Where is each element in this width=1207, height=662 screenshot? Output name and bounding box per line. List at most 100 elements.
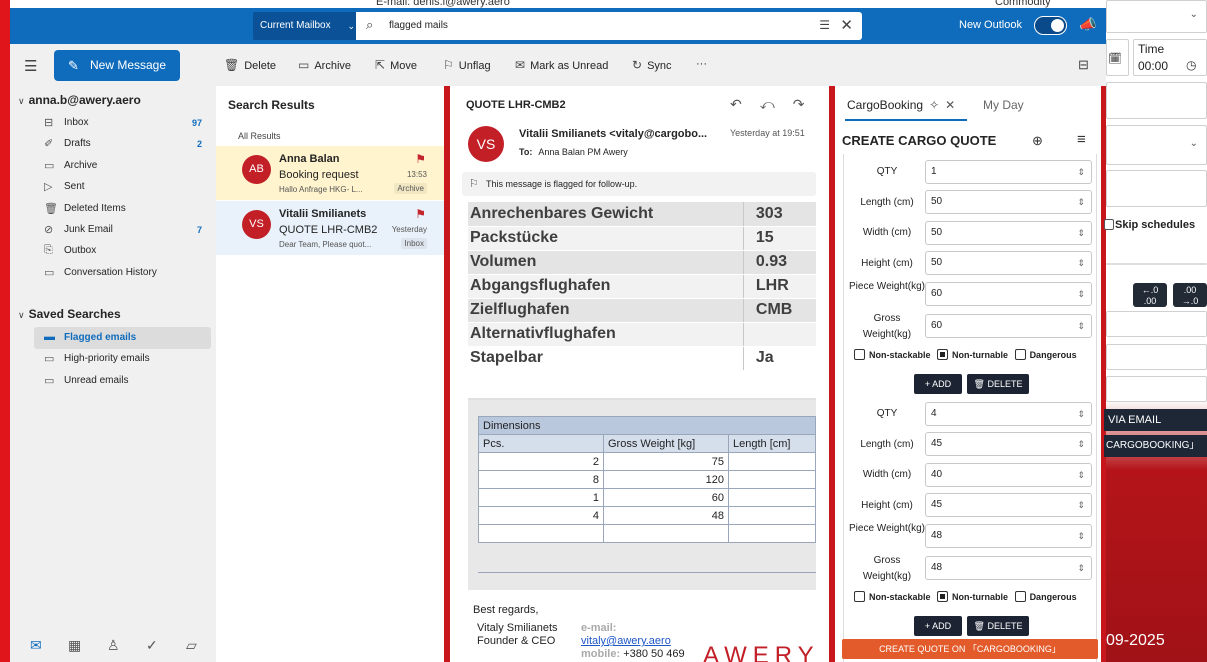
people-icon[interactable]: ♙ [107, 637, 120, 654]
gross-weight-value: 48 [931, 562, 943, 573]
length-field[interactable]: 45 ⇕ [925, 432, 1092, 456]
flag-icon[interactable]: ⚑ [415, 152, 426, 166]
delete-piece-button[interactable]: 🗑 DELETE [967, 616, 1029, 636]
reading-pane-icon[interactable]: ⊟ [1078, 57, 1089, 73]
non-stackable-checkbox[interactable]: Non-stackable [854, 591, 931, 602]
dims-cell: 8 [478, 470, 604, 489]
archive-button[interactable]: ▭ Archive [298, 58, 351, 72]
flag-icon[interactable]: ⚑ [415, 207, 426, 221]
menu-icon[interactable]: ≡ [1077, 131, 1086, 148]
spinner-icon[interactable]: ⇕ [1077, 283, 1085, 305]
mail-icon[interactable]: ✉ [30, 637, 42, 654]
unflag-button[interactable]: ⚐ Unflag [443, 58, 491, 72]
dims-cell [728, 470, 816, 489]
non-stackable-checkbox[interactable]: Non-stackable [854, 349, 931, 360]
detail-key: Zielflughafen [468, 298, 744, 323]
email-recipients: To: Anna Balan PM Awery [519, 147, 628, 157]
reply-icon[interactable]: ↶ [730, 96, 742, 112]
width-field[interactable]: 50 ⇕ [925, 221, 1092, 245]
delete-button[interactable]: 🗑 Delete [224, 58, 276, 72]
message-time: 13:53 [406, 170, 427, 179]
length-field[interactable]: 50 ⇕ [925, 190, 1092, 214]
length-value: 50 [931, 196, 943, 207]
gross-weight-field[interactable]: 48 ⇕ [925, 556, 1092, 580]
search-box[interactable]: ⌕ flagged mails ☰ ✕ [356, 12, 862, 40]
spinner-icon[interactable]: ⇕ [1077, 252, 1085, 274]
spinner-icon[interactable]: ⇕ [1077, 191, 1085, 213]
globe-icon[interactable]: ⊕ [1032, 133, 1043, 149]
signature-email-label: e-mail: [581, 622, 617, 634]
width-field[interactable]: 40 ⇕ [925, 463, 1092, 487]
folder-pane: ∨ anna.b@awery.aero ⊟ Inbox 97 ✐ Drafts 2 ▭… [10, 86, 216, 662]
forward-icon[interactable]: ↷ [793, 96, 805, 112]
dims-cell [728, 506, 816, 525]
email-from[interactable]: Vitalii Smilianets <vitaly@cargobo... [519, 128, 707, 140]
search-input[interactable]: flagged mails [389, 20, 448, 31]
delete-piece-button[interactable]: 🗑 DELETE [967, 374, 1029, 394]
spinner-icon[interactable]: ⇕ [1077, 403, 1085, 425]
sync-button[interactable]: ↻ Sync [632, 58, 672, 72]
new-outlook-toggle[interactable] [1034, 16, 1067, 35]
calendar-icon[interactable]: ▦ [68, 637, 81, 654]
message-row[interactable]: AB Anna Balan Booking request Hallo Anfr… [216, 146, 444, 200]
spinner-icon[interactable]: ⇕ [1077, 433, 1085, 455]
account-email: anna.b@awery.aero [28, 93, 141, 107]
dangerous-checkbox[interactable]: Dangerous [1014, 591, 1077, 602]
hamburger-menu-icon[interactable]: ☰ [24, 57, 37, 75]
gross-weight-field[interactable]: 60 ⇕ [925, 314, 1092, 338]
folder-label: Deleted Items [64, 203, 126, 214]
qty-field[interactable]: 4 ⇕ [925, 402, 1092, 426]
spinner-icon[interactable]: ⇕ [1077, 315, 1085, 337]
add-piece-button[interactable]: + ADD [914, 616, 962, 636]
mark-unread-label: Mark as Unread [530, 60, 609, 72]
qty-field[interactable]: 1 ⇕ [925, 160, 1092, 184]
close-search-icon[interactable]: ✕ [840, 16, 853, 34]
height-field[interactable]: 45 ⇕ [925, 493, 1092, 517]
pin-icon[interactable]: ✧ [929, 98, 939, 112]
filter-icon[interactable]: ☰ [819, 18, 830, 32]
signature-email-link[interactable]: vitaly@awery.aero [581, 635, 685, 648]
saved-searches-header[interactable]: ∨ Saved Searches [18, 307, 121, 321]
todo-icon[interactable]: ✓ [146, 637, 158, 654]
piece-weight-field[interactable]: 48 ⇕ [925, 524, 1092, 548]
notes-icon[interactable]: ▱ [186, 637, 197, 654]
close-icon[interactable]: ✕ [945, 98, 955, 112]
to-label: To: [519, 147, 533, 157]
length-label: Length (cm) [860, 439, 914, 450]
move-button[interactable]: ⇱ Move [375, 58, 417, 72]
account-header[interactable]: ∨ anna.b@awery.aero [18, 93, 141, 107]
spinner-icon[interactable]: ⇕ [1077, 222, 1085, 244]
height-field[interactable]: 50 ⇕ [925, 251, 1092, 275]
add-piece-button[interactable]: + ADD [914, 374, 962, 394]
detail-value: Ja [742, 346, 816, 371]
create-quote-button[interactable]: CREATE QUOTE ON 「CARGOBOOKING」 [842, 639, 1098, 659]
dimensions-block: Dimensions Pcs. Gross Weight [kg] Length… [468, 398, 816, 590]
piece-weight-field[interactable]: 60 ⇕ [925, 282, 1092, 306]
folder-filled-icon: ▬ [44, 331, 55, 343]
piece-weight-label: Piece Weight(kg) [849, 281, 925, 292]
signature-title: Founder & CEO [477, 635, 556, 647]
more-actions-button[interactable]: ··· [696, 58, 707, 70]
move-label: Move [390, 60, 417, 72]
current-mailbox-dropdown[interactable]: Current Mailbox ⌄ [253, 12, 363, 40]
tab-my-day[interactable]: My Day [983, 98, 1024, 112]
dimensions-table: Dimensions Pcs. Gross Weight [kg] Length… [478, 416, 816, 543]
width-value: 50 [931, 227, 943, 238]
new-message-button[interactable]: ✎ New Message [54, 50, 180, 81]
spinner-icon[interactable]: ⇕ [1077, 464, 1085, 486]
spinner-icon[interactable]: ⇕ [1077, 557, 1085, 579]
clock-icon: ◷ [1186, 58, 1197, 72]
spinner-icon[interactable]: ⇕ [1077, 494, 1085, 516]
reply-all-icon[interactable]: ⤺ [760, 96, 775, 112]
non-turnable-checkbox[interactable]: Non-turnable [937, 349, 1008, 360]
background-field [1106, 170, 1207, 207]
message-row[interactable]: VS Vitalii Smilianets QUOTE LHR-CMB2 Dea… [216, 201, 444, 255]
mark-unread-button[interactable]: ✉ Mark as Unread [515, 58, 608, 72]
spinner-icon[interactable]: ⇕ [1077, 525, 1085, 547]
feedback-megaphone-icon[interactable]: 📣 [1079, 16, 1096, 33]
chevron-down-icon: ∨ [18, 310, 25, 320]
non-turnable-checkbox[interactable]: Non-turnable [937, 591, 1008, 602]
spinner-icon[interactable]: ⇕ [1077, 161, 1085, 183]
tab-cargobooking[interactable]: CargoBooking ✧ ✕ [847, 98, 955, 112]
dangerous-checkbox[interactable]: Dangerous [1014, 349, 1077, 360]
